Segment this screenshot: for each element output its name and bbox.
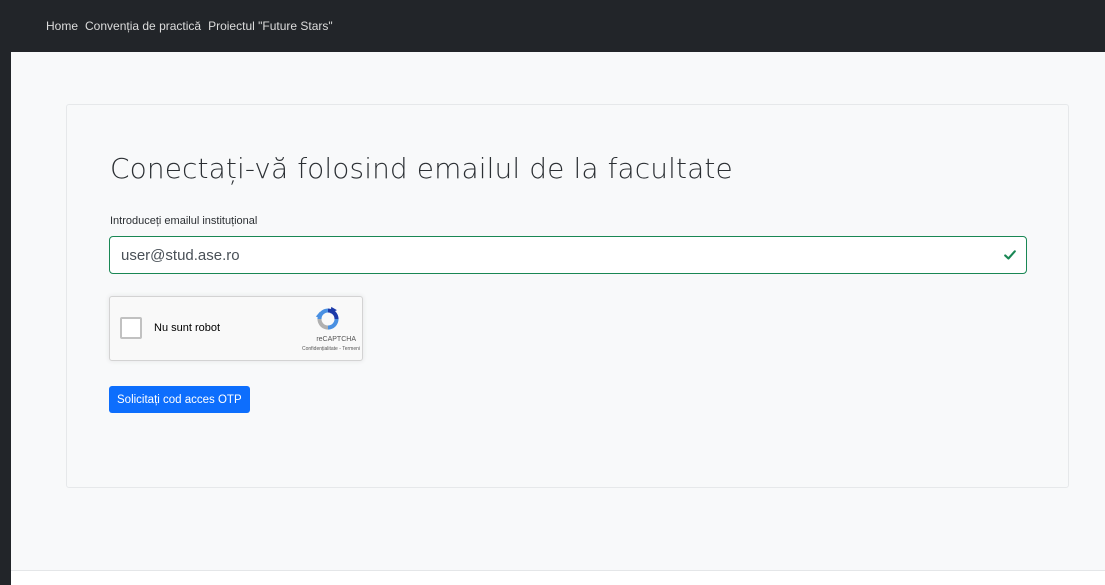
request-otp-button[interactable]: Solicitați cod acces OTP bbox=[109, 386, 250, 413]
nav-link-future-stars[interactable]: Proiectul "Future Stars" bbox=[208, 19, 333, 33]
email-field-label: Introduceți emailul instituțional bbox=[110, 215, 258, 227]
check-icon bbox=[1004, 250, 1016, 260]
recaptcha-checkbox-label: Nu sunt robot bbox=[154, 322, 221, 334]
recaptcha-checkbox[interactable] bbox=[120, 317, 142, 339]
nav-link-conventia-de-practica[interactable]: Convenția de practică bbox=[85, 19, 201, 33]
recaptcha-widget: Nu sunt robot reCAPTCHA Confidențialitat… bbox=[109, 296, 363, 361]
email-field[interactable] bbox=[109, 236, 1027, 274]
nav-links: Home Convenția de practică Proiectul "Fu… bbox=[11, 19, 340, 33]
nav-link-home[interactable]: Home bbox=[46, 19, 78, 33]
recaptcha-terms-link[interactable]: Termeni bbox=[342, 346, 360, 352]
footer bbox=[11, 571, 1105, 585]
left-edge-bar bbox=[0, 0, 11, 585]
recaptcha-links: Confidențialitate - Termeni bbox=[220, 346, 360, 352]
page-title: Conectați-vă folosind emailul de la facu… bbox=[110, 152, 733, 185]
recaptcha-privacy-link[interactable]: Confidențialitate bbox=[302, 346, 338, 352]
recaptcha-brand: reCAPTCHA bbox=[316, 336, 356, 343]
recaptcha-logo-icon bbox=[315, 306, 339, 330]
top-navbar: Home Convenția de practică Proiectul "Fu… bbox=[11, 0, 1105, 52]
login-card: Conectați-vă folosind emailul de la facu… bbox=[66, 104, 1069, 488]
